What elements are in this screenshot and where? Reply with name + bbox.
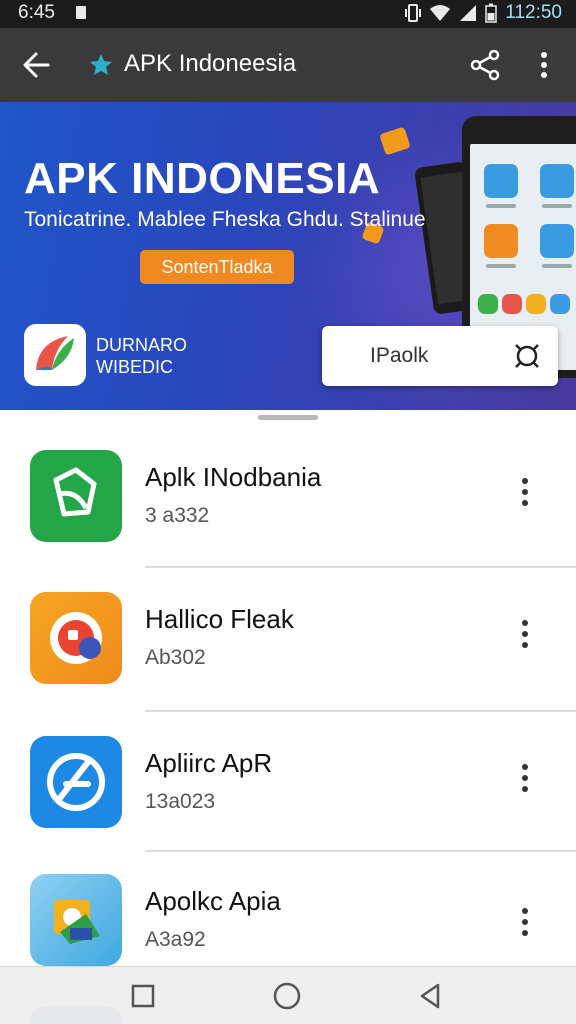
status-icons: 112:50 [405,2,562,24]
divider [145,850,576,852]
promo-banner[interactable]: APK INDONESIA Tonicatrine. Mablee Fheska… [0,102,576,410]
more-vertical-icon[interactable] [532,48,556,82]
app-meta: 3 a332 [145,504,210,527]
orange-app-icon [30,592,122,684]
app-meta: A3a92 [145,928,206,951]
share-icon[interactable] [468,48,502,82]
wifi-icon [430,5,451,21]
brand-logo [24,324,86,386]
list-item[interactable]: Aplk INodbania 3 a332 [0,450,576,590]
search-icon[interactable] [512,341,542,371]
vibrate-icon [405,4,422,22]
app-name: Hallico Fleak [145,604,294,634]
divider [145,566,576,568]
more-vertical-icon[interactable] [514,904,536,940]
app-meta: 13a023 [145,790,216,813]
status-time: 6:45 [18,2,55,23]
circle-home-icon[interactable] [272,981,302,1011]
app-logo-icon [90,54,112,75]
banner-subtitle: Tonicatrine. Mablee Fheska Ghdu. Stalinu… [24,208,426,231]
more-vertical-icon[interactable] [514,474,536,510]
battery-icon [485,3,498,23]
more-vertical-icon[interactable] [514,616,536,652]
app-meta: Ab302 [145,646,206,669]
lightblue-app-icon [30,874,122,966]
blue-app-icon [30,736,122,828]
arrow-left-icon[interactable] [20,48,60,82]
banner-search-box[interactable]: IPaolk [322,326,558,386]
signal-icon [460,5,477,21]
page-title: APK Indoneesia [124,50,297,77]
app-bar: APK Indoneesia [0,28,576,102]
status-clock: 112:50 [505,2,562,23]
sd-card-icon [76,6,86,19]
banner-search-text: IPaolk [370,344,429,367]
triangle-back-icon[interactable] [416,981,446,1011]
banner-title: APK INDONESIA [24,154,381,203]
app-name: Apliirc ApR [145,748,273,778]
banner-cta-button[interactable]: SontenTladka [140,250,294,284]
divider [145,710,576,712]
list-item[interactable]: Apliirc ApR 13a023 [0,736,576,876]
green-app-icon [30,450,122,542]
brand-name: DURNARO WIBEDIC [96,335,188,377]
more-vertical-icon[interactable] [514,760,536,796]
square-recents-icon[interactable] [128,981,158,1011]
status-bar: 6:45 112:50 [0,0,576,28]
app-name: Aplk INodbania [145,462,322,492]
sheet-handle[interactable] [258,415,318,420]
navigation-bar [0,966,576,1024]
app-name: Apolkc Apia [145,886,281,916]
